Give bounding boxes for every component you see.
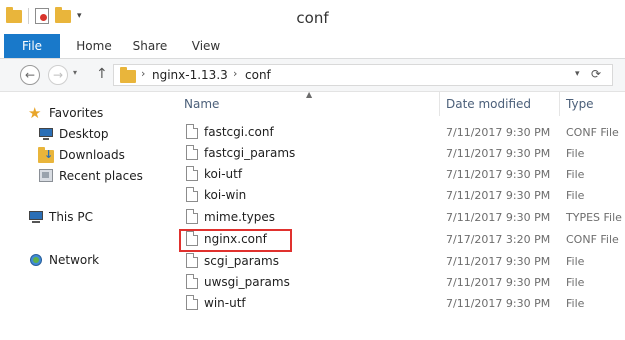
file-type: CONF File xyxy=(566,233,619,246)
file-name: uwsgi_params xyxy=(204,274,290,289)
up-arrow-icon[interactable]: ↑ xyxy=(96,66,108,82)
file-date: 7/11/2017 9:30 PM xyxy=(446,276,551,289)
file-date: 7/11/2017 9:30 PM xyxy=(446,255,551,268)
address-dropdown-icon[interactable]: ▾ xyxy=(575,69,580,79)
file-date: 7/11/2017 9:30 PM xyxy=(446,297,551,310)
file-type: File xyxy=(566,147,585,160)
file-type: File xyxy=(566,168,585,181)
file-name: koi-win xyxy=(204,187,247,202)
file-icon xyxy=(186,209,198,224)
file-icon xyxy=(186,295,198,310)
desktop-icon xyxy=(38,126,54,142)
breadcrumb-conf[interactable]: conf xyxy=(245,68,271,82)
file-type: File xyxy=(566,189,585,202)
file-row[interactable]: scgi_params 7/11/2017 9:30 PM File xyxy=(172,251,625,272)
file-type: File xyxy=(566,297,585,310)
computer-icon xyxy=(28,209,44,225)
file-name: fastcgi.conf xyxy=(204,124,274,139)
network-icon xyxy=(28,252,44,268)
file-row[interactable]: win-utf 7/11/2017 9:30 PM File xyxy=(172,293,625,314)
file-name: win-utf xyxy=(204,295,246,310)
ribbon: File Home Share View xyxy=(0,34,625,59)
nav-label: This PC xyxy=(49,210,93,224)
file-row[interactable]: koi-win 7/11/2017 9:30 PM File xyxy=(172,185,625,206)
file-row[interactable]: mime.types 7/11/2017 9:30 PM TYPES File xyxy=(172,207,625,228)
file-name: fastcgi_params xyxy=(204,145,296,160)
breadcrumb-separator[interactable]: › xyxy=(233,67,237,80)
address-row: ← → ▾ ↑ › nginx-1.13.3 › conf ▾ ⟳ xyxy=(0,59,625,92)
column-header-name[interactable]: Name xyxy=(178,92,440,116)
file-icon xyxy=(186,253,198,268)
file-row[interactable]: koi-utf 7/11/2017 9:30 PM File xyxy=(172,164,625,185)
file-name: mime.types xyxy=(204,209,275,224)
file-row[interactable]: fastcgi.conf 7/11/2017 9:30 PM CONF File xyxy=(172,122,625,143)
file-date: 7/11/2017 9:30 PM xyxy=(446,168,551,181)
column-header-type[interactable]: Type xyxy=(560,92,625,116)
file-type: File xyxy=(566,255,585,268)
file-date: 7/11/2017 9:30 PM xyxy=(446,147,551,160)
nav-item-downloads[interactable]: ↓ Downloads xyxy=(38,145,125,165)
recent-locations-chevron-icon[interactable]: ▾ xyxy=(73,68,77,77)
navigation-pane: ★ Favorites Desktop ↓ Downloads Recent p… xyxy=(0,92,170,340)
file-icon xyxy=(186,166,198,181)
file-icon xyxy=(186,274,198,289)
nav-item-recent-places[interactable]: Recent places xyxy=(38,166,143,186)
file-date: 7/11/2017 9:30 PM xyxy=(446,189,551,202)
file-icon xyxy=(186,187,198,202)
refresh-icon[interactable]: ⟳ xyxy=(591,67,601,81)
tab-view[interactable]: View xyxy=(178,34,234,58)
nav-item-desktop[interactable]: Desktop xyxy=(38,124,109,144)
file-name: scgi_params xyxy=(204,253,279,268)
nav-label: Favorites xyxy=(49,106,104,120)
file-date: 7/17/2017 3:20 PM xyxy=(446,233,551,246)
file-type: TYPES File xyxy=(566,211,622,224)
file-type: File xyxy=(566,276,585,289)
file-date: 7/11/2017 9:30 PM xyxy=(446,211,551,224)
title-bar: ▾ conf xyxy=(0,0,625,34)
back-arrow-icon[interactable]: ← xyxy=(20,65,40,85)
star-icon: ★ xyxy=(28,104,42,122)
breadcrumb-separator[interactable]: › xyxy=(141,67,145,80)
file-row[interactable]: uwsgi_params 7/11/2017 9:30 PM File xyxy=(172,272,625,293)
highlight-box xyxy=(179,229,292,252)
nav-item-favorites[interactable]: ★ Favorites xyxy=(28,103,103,123)
forward-arrow-icon[interactable]: → xyxy=(48,65,68,85)
nav-label: Desktop xyxy=(59,127,109,141)
nav-item-this-pc[interactable]: This PC xyxy=(28,207,93,227)
tab-share[interactable]: Share xyxy=(122,34,178,58)
file-icon xyxy=(186,145,198,160)
recent-places-icon xyxy=(38,168,54,184)
nav-label: Network xyxy=(49,253,100,267)
tab-file[interactable]: File xyxy=(4,34,60,58)
nav-label: Recent places xyxy=(59,169,143,183)
tab-home[interactable]: Home xyxy=(66,34,122,58)
folder-icon xyxy=(120,67,136,83)
file-date: 7/11/2017 9:30 PM xyxy=(446,126,551,139)
file-type: CONF File xyxy=(566,126,619,139)
file-icon xyxy=(186,124,198,139)
column-header-date[interactable]: Date modified xyxy=(440,92,560,116)
downloads-icon: ↓ xyxy=(38,147,54,163)
file-list: ▲ Name Date modified Type fastcgi.conf 7… xyxy=(172,90,625,340)
breadcrumb-nginx[interactable]: nginx-1.13.3 xyxy=(152,68,228,82)
window-title: conf xyxy=(296,9,329,27)
nav-item-network[interactable]: Network xyxy=(28,250,99,270)
file-name: koi-utf xyxy=(204,166,243,181)
file-row[interactable]: fastcgi_params 7/11/2017 9:30 PM File xyxy=(172,143,625,164)
nav-label: Downloads xyxy=(59,148,125,162)
address-bar[interactable]: › nginx-1.13.3 › conf ▾ ⟳ xyxy=(113,64,613,86)
